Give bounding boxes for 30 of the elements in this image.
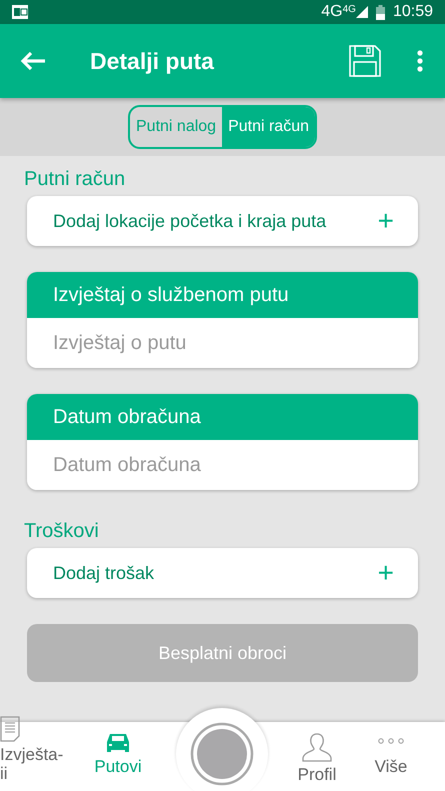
- save-icon[interactable]: [349, 45, 381, 77]
- input-field[interactable]: Datum obračuna: [27, 440, 418, 490]
- screen-title: Detalji puta: [90, 46, 214, 76]
- card-header: Datum obračuna: [27, 394, 418, 440]
- back-arrow-icon[interactable]: [20, 51, 46, 71]
- car-icon: [106, 732, 130, 754]
- signal-icon: [356, 6, 368, 18]
- document-icon: [0, 716, 20, 742]
- nav-tab[interactable]: Putovi: [88, 732, 148, 776]
- person-icon: [302, 732, 332, 762]
- section-heading: Troškovi: [24, 519, 100, 544]
- nav-tab[interactable]: Više: [370, 738, 412, 776]
- section-heading: Putni račun: [24, 167, 126, 192]
- more-icon: [378, 738, 404, 744]
- nav-tab[interactable]: Izvješta-ii: [0, 716, 60, 784]
- plus-icon: +: [378, 207, 394, 235]
- plus-icon: +: [378, 559, 394, 587]
- add-row-button[interactable]: Dodaj lokacije početka i kraja puta +: [27, 196, 418, 246]
- nav-tab[interactable]: Profil: [292, 732, 342, 784]
- battery-icon: [376, 4, 385, 20]
- more-menu-icon[interactable]: [417, 50, 423, 72]
- card-header: Izvještaj o službenom putu: [27, 272, 418, 318]
- network-label: 4G: [321, 2, 343, 22]
- record-button[interactable]: [176, 708, 268, 791]
- mail-app-icon: [12, 5, 28, 19]
- network-label: 4G: [342, 3, 356, 17]
- clock-time: 10:59: [392, 2, 433, 22]
- segment-tab[interactable]: Putni račun: [222, 107, 315, 147]
- add-row-button[interactable]: Dodaj trošak +: [27, 548, 418, 598]
- input-field[interactable]: Izvještaj o putu: [27, 318, 418, 368]
